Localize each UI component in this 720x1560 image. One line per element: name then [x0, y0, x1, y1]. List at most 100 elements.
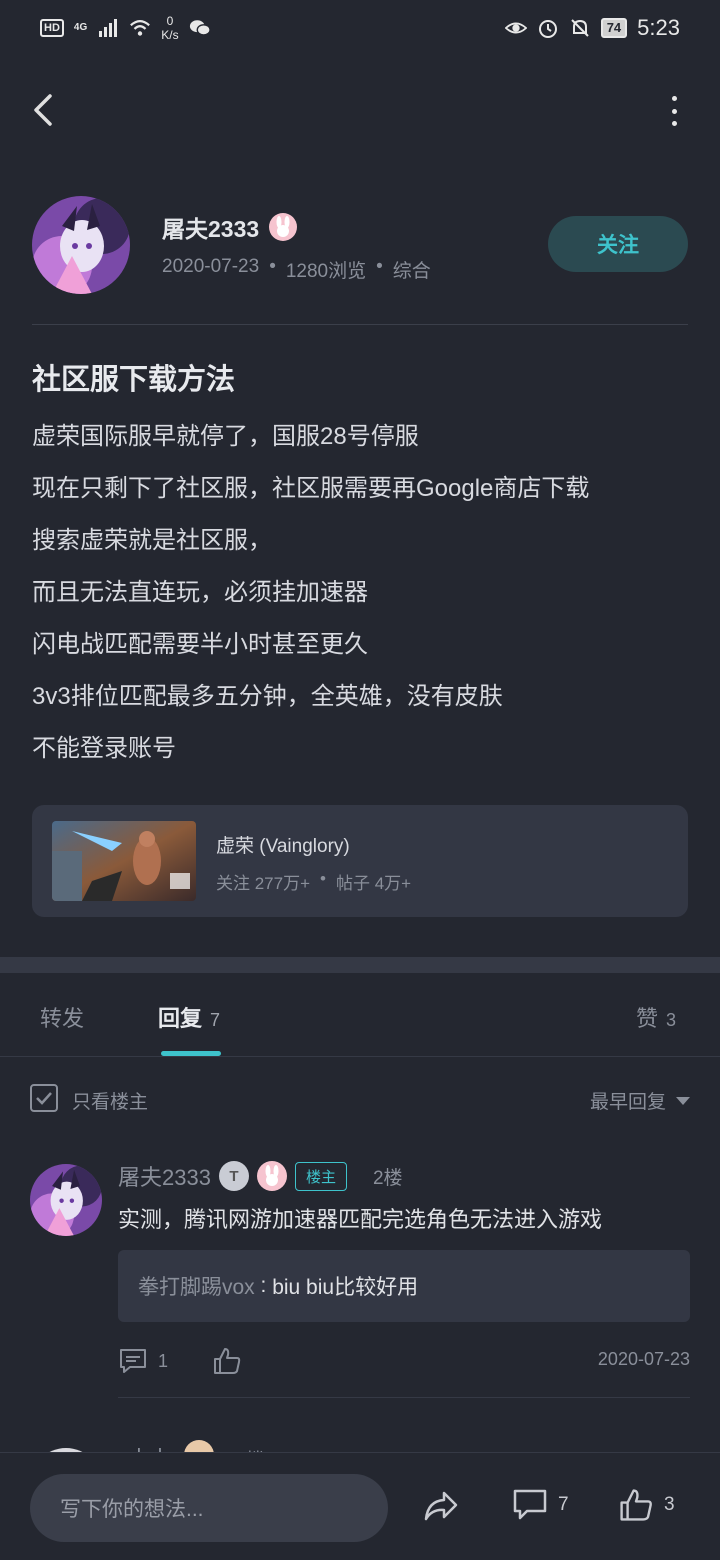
tab-count: 3 — [666, 1010, 677, 1030]
divider — [32, 324, 688, 325]
post-line: 不能登录账号 — [32, 735, 176, 762]
view-count: 1280浏览 — [285, 261, 367, 282]
author-avatar[interactable] — [32, 196, 130, 294]
reply-date: 2020-07-23 — [597, 1349, 690, 1369]
status-bar: HD 4G 0 K/s 74 5:23 — [0, 0, 720, 56]
network-indicator: 4G — [73, 22, 88, 33]
comment-input[interactable]: 写下你的想法... — [30, 1474, 388, 1542]
section-divider — [0, 957, 720, 973]
reply-actions: 1 2020-07-23 — [118, 1346, 690, 1376]
reply-item: 屠夫2333 T 楼主 2楼 实测，腾讯网游加速器匹配完选角色无法进入游戏 拳打… — [30, 1150, 690, 1400]
sub-reply-text: biu biu比较好用 — [272, 1276, 419, 1299]
author-header: 屠夫2333 2020-07-23 • 1280浏览 • 综合 关注 — [32, 196, 688, 296]
sub-reply[interactable]: 拳打脚踢vox : biu biu比较好用 — [118, 1250, 690, 1322]
like-count: 3 — [664, 1494, 675, 1515]
post-line: 3v3排位匹配最多五分钟，全英雄，没有皮肤 — [32, 683, 503, 710]
sub-reply-separator: : — [254, 1274, 273, 1297]
comment-button[interactable]: 7 — [512, 1487, 569, 1523]
author-name[interactable]: 屠夫2333 — [162, 210, 259, 244]
post-date: 2020-07-23 — [162, 256, 260, 277]
reply-author-name[interactable]: 屠夫2333 — [118, 1160, 211, 1192]
alarm-icon — [538, 20, 557, 38]
post-body: 虚荣国际服早就停了，国服28号停服 现在只剩下了社区服，社区服需要再Google… — [32, 414, 692, 778]
like-button[interactable]: 3 — [618, 1487, 675, 1523]
comment-icon — [513, 1489, 547, 1520]
wifi-icon — [130, 20, 151, 36]
game-posts: 帖子 4万+ — [335, 874, 412, 893]
follow-button[interactable]: 关注 — [548, 216, 688, 272]
only-op-checkbox[interactable] — [30, 1084, 58, 1112]
meta-separator: • — [269, 256, 276, 277]
floor-number: 2楼 — [372, 1167, 403, 1189]
tab-label: 赞 — [636, 1006, 659, 1031]
reply-header: 屠夫2333 T 楼主 2楼 — [118, 1160, 403, 1192]
tab-count: 7 — [210, 1010, 221, 1030]
status-right: 74 5:23 — [504, 15, 680, 41]
game-followers: 关注 277万+ — [216, 874, 311, 893]
status-left: HD 4G 0 K/s — [40, 14, 211, 42]
sort-label: 最早回复 — [589, 1092, 666, 1113]
tab-reply[interactable]: 回复 7 — [158, 1001, 220, 1033]
more-dot — [671, 96, 677, 101]
tab-repost[interactable]: 转发 — [40, 1001, 84, 1033]
eye-icon — [504, 22, 527, 34]
back-button[interactable] — [30, 90, 60, 130]
thumbs-up-icon — [214, 1348, 241, 1374]
check-icon — [36, 1092, 52, 1105]
reply-comment-button[interactable]: 1 — [118, 1347, 168, 1375]
game-stats: 关注 277万+ • 帖子 4万+ — [216, 869, 411, 894]
more-dot — [671, 121, 677, 126]
wechat-icon — [189, 20, 211, 36]
reply-comment-count: 1 — [158, 1350, 169, 1371]
share-button[interactable] — [422, 1487, 460, 1525]
thumbs-up-icon — [620, 1489, 652, 1521]
author-name-row: 屠夫2333 — [162, 210, 298, 244]
comment-icon — [120, 1349, 146, 1373]
divider — [118, 1397, 690, 1398]
rabbit-badge-icon — [269, 213, 298, 241]
post-line: 闪电战匹配需要半小时甚至更久 — [32, 631, 368, 658]
network-speed: 0 K/s — [161, 14, 178, 42]
meta-separator: • — [376, 256, 383, 277]
post-line: 搜索虚荣就是社区服， — [32, 527, 272, 554]
clock: 5:23 — [637, 15, 680, 40]
only-op-label[interactable]: 只看楼主 — [72, 1087, 148, 1114]
chevron-left-icon — [34, 94, 52, 126]
top-nav — [0, 80, 720, 140]
bottom-action-bar: 写下你的想法... 7 3 — [0, 1452, 720, 1560]
more-dot — [671, 108, 677, 114]
tab-bar: 转发 回复 7 赞 3 — [0, 973, 720, 1057]
game-card[interactable]: 虚荣 (Vainglory) 关注 277万+ • 帖子 4万+ — [32, 805, 688, 917]
more-options-button[interactable] — [668, 96, 680, 126]
post-category: 综合 — [392, 261, 431, 282]
post-line: 而且无法直连玩，必须挂加速器 — [32, 579, 368, 606]
share-icon — [424, 1491, 458, 1521]
post-meta: 2020-07-23 • 1280浏览 • 综合 — [162, 256, 431, 283]
reply-avatar[interactable] — [30, 1164, 102, 1236]
level-badge: T — [218, 1161, 249, 1191]
tab-indicator — [161, 1051, 221, 1056]
signal-icon — [99, 19, 118, 37]
reply-text: 实测，腾讯网游加速器匹配完选角色无法进入游戏 — [118, 1207, 603, 1232]
post-title: 社区服下载方法 — [32, 364, 236, 396]
reply-filter-bar: 只看楼主 最早回复 — [30, 1080, 690, 1116]
comment-count: 7 — [558, 1494, 569, 1515]
tab-label: 转发 — [40, 1006, 85, 1031]
battery-indicator: 74 — [600, 18, 628, 38]
sort-dropdown[interactable]: 最早回复 — [590, 1087, 690, 1114]
post-line: 虚荣国际服早就停了，国服28号停服 — [32, 423, 419, 450]
mute-notification-icon — [570, 19, 589, 37]
op-badge: 楼主 — [294, 1161, 347, 1191]
tab-like[interactable]: 赞 3 — [636, 1001, 676, 1033]
speed-unit: K/s — [161, 28, 179, 42]
game-name: 虚荣 (Vainglory) — [216, 836, 350, 857]
rabbit-badge-icon — [256, 1161, 287, 1191]
game-thumbnail — [52, 821, 196, 901]
meta-separator: • — [320, 869, 326, 888]
post-line: 现在只剩下了社区服，社区服需要再Google商店下载 — [32, 475, 590, 502]
tab-label: 回复 — [158, 1006, 203, 1031]
reply-like-button[interactable] — [212, 1346, 242, 1376]
sub-reply-user[interactable]: 拳打脚踢vox — [138, 1271, 255, 1301]
speed-value: 0 — [166, 14, 174, 28]
caret-down-icon — [676, 1096, 690, 1105]
